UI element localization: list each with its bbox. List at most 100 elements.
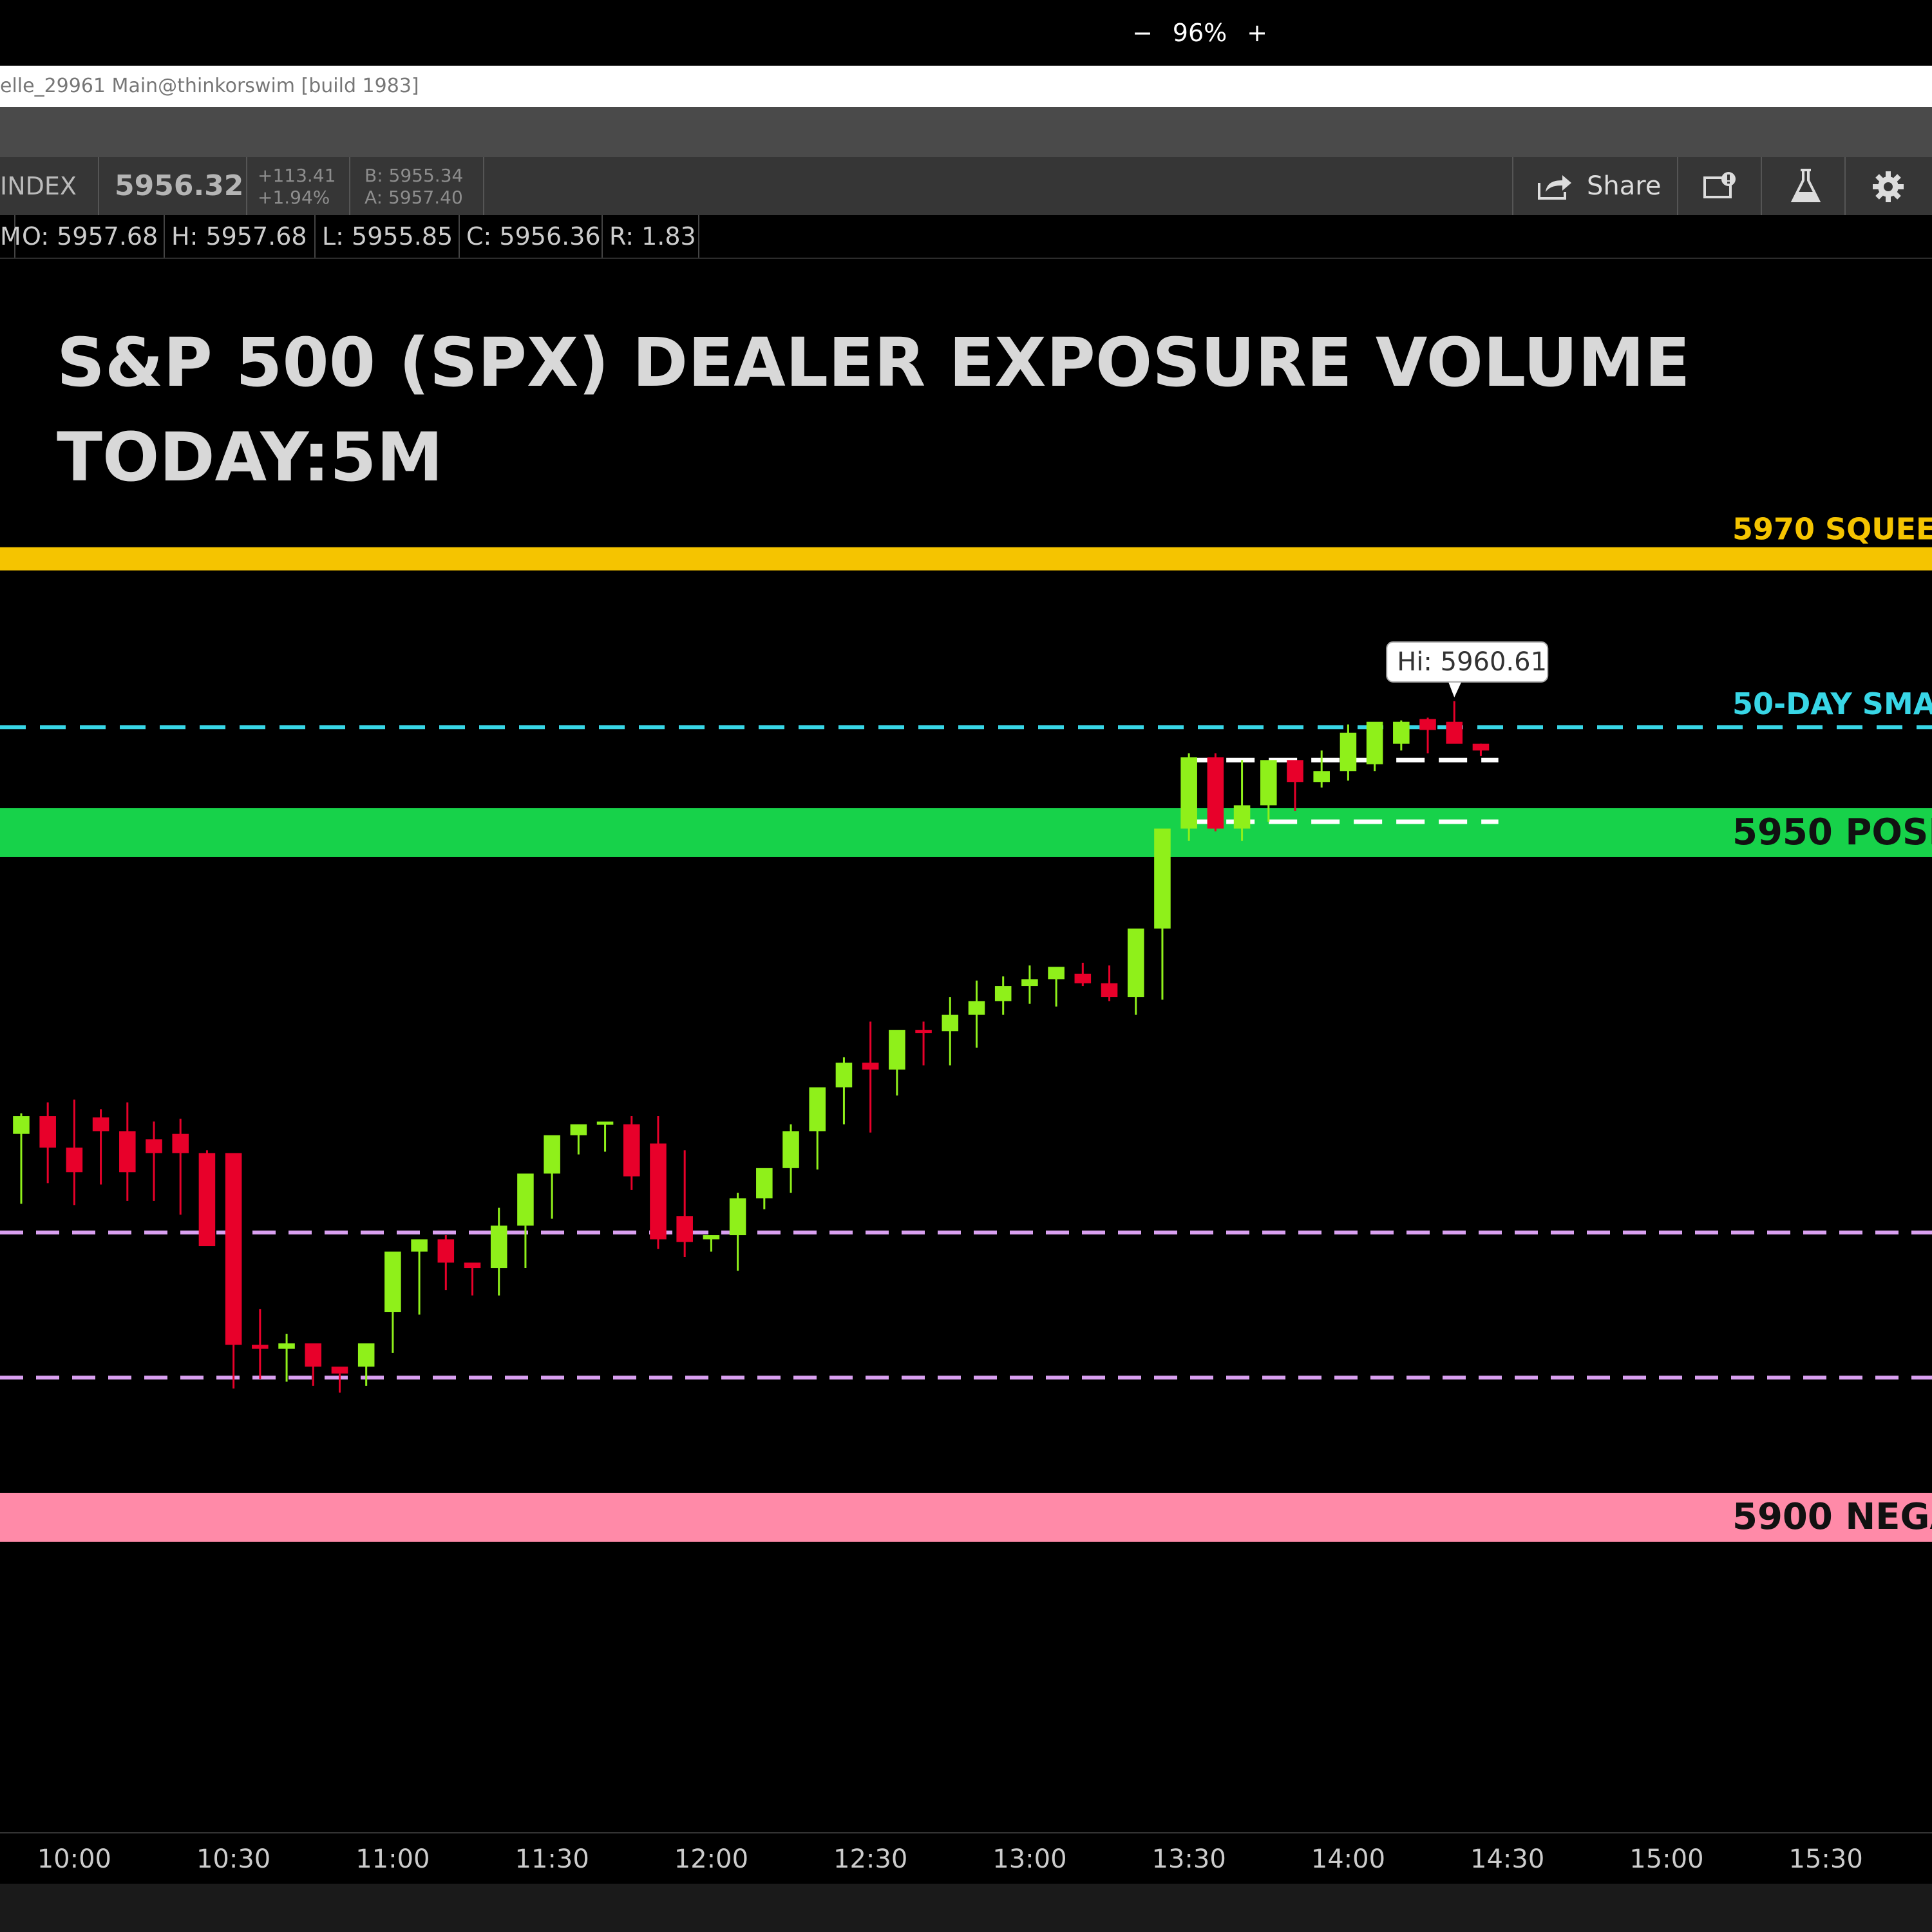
share-button[interactable]: Share bbox=[1512, 157, 1677, 215]
time-tick: 13:30 bbox=[1151, 1844, 1226, 1874]
candle bbox=[331, 1367, 348, 1393]
candle-body bbox=[1048, 967, 1065, 980]
candle-body bbox=[1127, 928, 1144, 998]
candle-body bbox=[1393, 721, 1410, 744]
time-tick: 14:00 bbox=[1311, 1844, 1386, 1874]
time-tick: 10:30 bbox=[196, 1844, 271, 1874]
candle-body bbox=[39, 1116, 56, 1148]
time-tick: 14:30 bbox=[1470, 1844, 1545, 1874]
candle-body bbox=[252, 1345, 269, 1349]
candle-body bbox=[1233, 805, 1251, 829]
candle-body bbox=[862, 1063, 879, 1070]
candles bbox=[13, 701, 1490, 1393]
candle bbox=[1313, 750, 1330, 788]
ohlc-bar: M O: 5957.68 H: 5957.68 L: 5955.85 C: 59… bbox=[0, 215, 1932, 259]
candle bbox=[384, 1251, 401, 1353]
candle bbox=[1048, 967, 1065, 1007]
candle-body bbox=[596, 1121, 614, 1125]
candle-body bbox=[225, 1153, 242, 1345]
zoom-in-button[interactable]: + bbox=[1244, 0, 1270, 66]
candle bbox=[1340, 724, 1357, 781]
level-label-0: 5970 SQUEEZ bbox=[1732, 512, 1932, 547]
candle-body bbox=[305, 1343, 322, 1367]
time-tick: 11:30 bbox=[515, 1844, 589, 1874]
candle-body bbox=[968, 1001, 985, 1015]
candle bbox=[411, 1239, 428, 1315]
candle bbox=[92, 1109, 109, 1185]
level-band-5950 bbox=[0, 808, 1932, 857]
candle-body bbox=[1472, 743, 1490, 751]
time-tick: 12:00 bbox=[674, 1844, 749, 1874]
share-label: Share bbox=[1587, 171, 1662, 201]
candle bbox=[66, 1099, 83, 1206]
candle-body bbox=[119, 1131, 136, 1173]
candle-body bbox=[1419, 719, 1436, 730]
ohlc-low: L: 5955.85 bbox=[316, 215, 460, 258]
zoom-out-button[interactable]: − bbox=[1130, 0, 1155, 66]
candle bbox=[623, 1116, 640, 1190]
candle bbox=[198, 1150, 216, 1247]
gear-icon bbox=[1873, 171, 1904, 202]
candle-body bbox=[331, 1367, 348, 1374]
candle bbox=[1021, 965, 1038, 1004]
candle-body bbox=[1260, 760, 1277, 806]
bid-price: B: 5955.34 bbox=[365, 165, 464, 186]
candle-body bbox=[66, 1147, 83, 1173]
flask-icon bbox=[1790, 169, 1821, 202]
flask-button[interactable] bbox=[1761, 157, 1844, 215]
candle bbox=[119, 1102, 136, 1201]
symbol-label: INDEX bbox=[0, 172, 77, 200]
candle bbox=[862, 1021, 879, 1133]
candle bbox=[650, 1116, 667, 1249]
level-labels: 5970 SQUEEZ 50-DAY SMA 5950 POSI 5900 NEGA bbox=[1732, 512, 1932, 1538]
candle-body bbox=[835, 1063, 853, 1088]
candle-body bbox=[517, 1173, 534, 1226]
candle bbox=[437, 1235, 455, 1291]
candle bbox=[1207, 753, 1224, 831]
bottom-strip bbox=[0, 1884, 1932, 1932]
zoom-level: 96% bbox=[1172, 19, 1227, 47]
candle-body bbox=[1101, 983, 1118, 998]
hi-bubble: Hi: 5960.61 bbox=[1386, 641, 1549, 697]
candle-body bbox=[1446, 721, 1463, 744]
candle-body bbox=[357, 1343, 375, 1367]
ohlc-close: C: 5956.36 bbox=[460, 215, 603, 258]
candle bbox=[703, 1235, 720, 1252]
window-header-strip bbox=[0, 107, 1932, 157]
price-chart[interactable]: 5970 SQUEEZ50-DAY SMA5950 POSI5900 NEGA … bbox=[0, 258, 1932, 1832]
flag-button[interactable] bbox=[1677, 157, 1761, 215]
candle-body bbox=[1154, 828, 1171, 929]
candle-body bbox=[278, 1343, 295, 1349]
ask-price: A: 5957.40 bbox=[365, 187, 463, 208]
candle-body bbox=[13, 1116, 30, 1134]
symbol-cell[interactable]: INDEX bbox=[0, 157, 99, 215]
candle-body bbox=[490, 1226, 507, 1269]
time-tick: 12:30 bbox=[833, 1844, 908, 1874]
candle bbox=[172, 1119, 189, 1215]
candle-body bbox=[384, 1251, 401, 1312]
candle-body bbox=[1180, 757, 1197, 829]
candle-body bbox=[942, 1014, 959, 1032]
last-price: 5956.32 bbox=[115, 169, 244, 202]
candle-body bbox=[92, 1117, 109, 1132]
flag-icon bbox=[1703, 172, 1736, 198]
window-title-bar: elle_29961 Main@thinkorswim [build 1983] bbox=[0, 66, 1932, 107]
candle-body bbox=[1207, 757, 1224, 829]
change-cell: +113.41 +1.94% bbox=[247, 157, 350, 215]
candle-body bbox=[809, 1087, 826, 1132]
candle bbox=[1180, 753, 1197, 841]
candle bbox=[756, 1168, 773, 1209]
ohlc-high: H: 5957.68 bbox=[165, 215, 316, 258]
ohlc-range: R: 1.83 bbox=[603, 215, 699, 258]
bid-ask-cell: B: 5955.34 A: 5957.40 bbox=[350, 157, 484, 215]
level-label-3: 5900 NEGA bbox=[1732, 1496, 1932, 1538]
candle-body bbox=[1021, 979, 1038, 987]
time-tick: 13:00 bbox=[992, 1844, 1067, 1874]
hi-bubble-text: Hi: 5960.61 bbox=[1397, 647, 1547, 677]
zoom-bar: − 96% + bbox=[0, 0, 1932, 66]
candle-body bbox=[994, 986, 1012, 1001]
candle bbox=[676, 1150, 693, 1258]
candle bbox=[1101, 965, 1118, 1001]
settings-button[interactable] bbox=[1844, 157, 1932, 215]
candle-body bbox=[1313, 771, 1330, 782]
